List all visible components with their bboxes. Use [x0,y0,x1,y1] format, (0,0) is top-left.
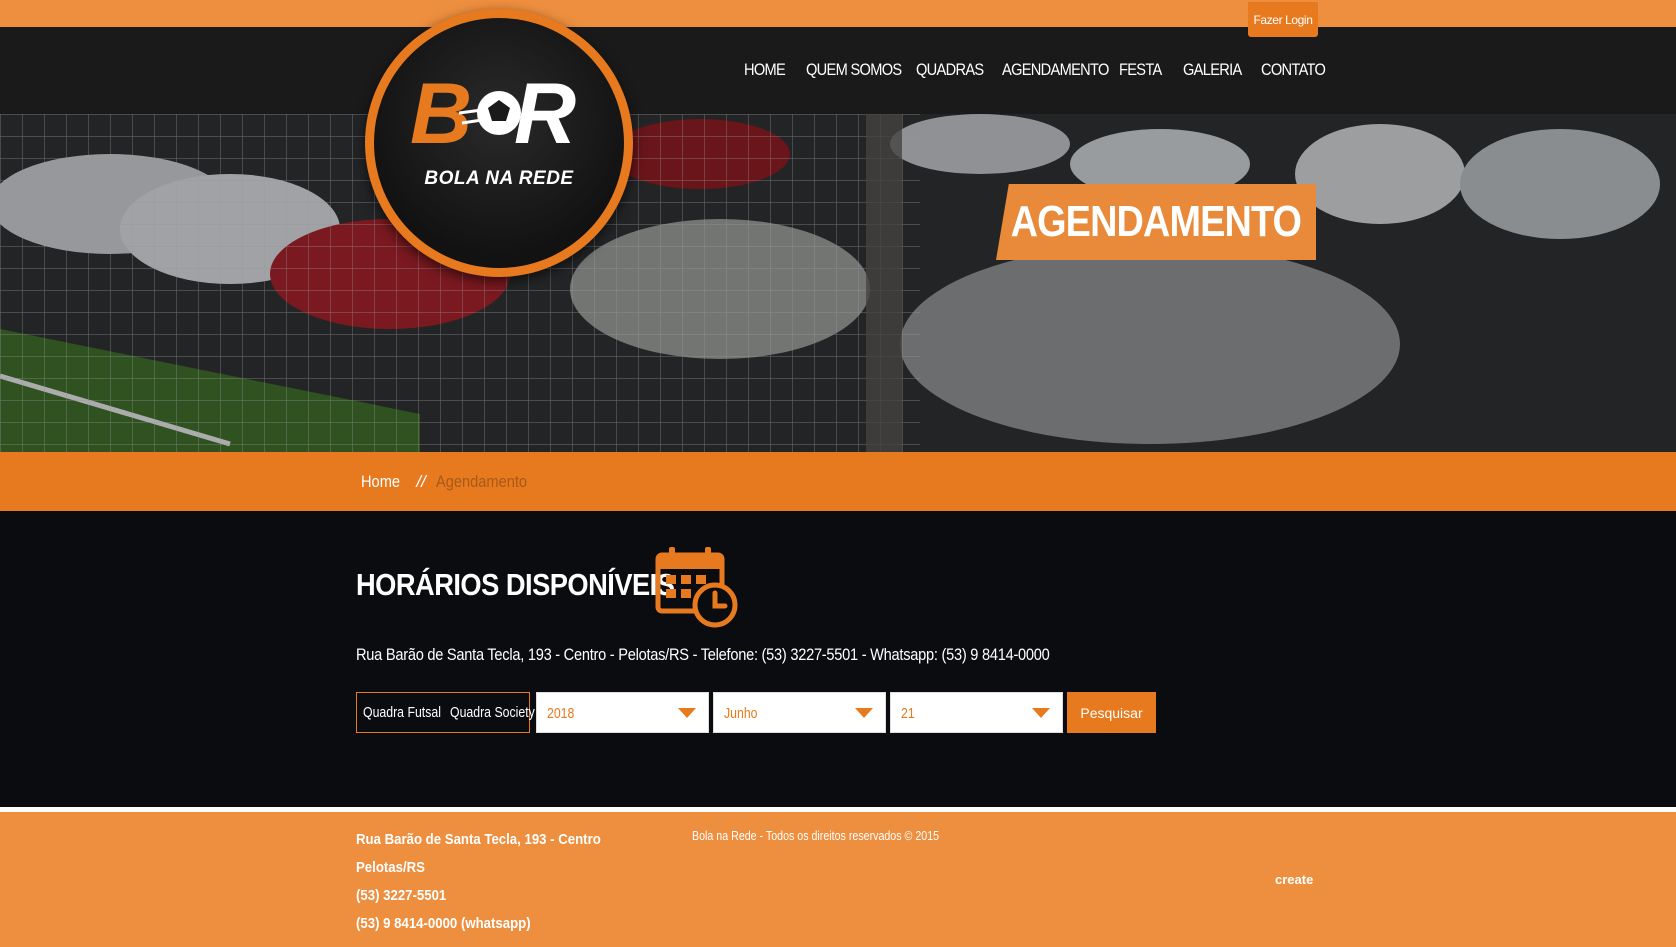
chevron-down-icon [1032,708,1050,718]
footer: Rua Barão de Santa Tecla, 193 - Centro P… [0,812,1676,947]
contact-address-line: Rua Barão de Santa Tecla, 193 - Centro -… [356,645,1050,664]
month-select-value: Junho [724,705,758,722]
nav-item-contato[interactable]: CONTATO [1261,60,1326,86]
nav-item-festa[interactable]: FESTA [1119,60,1174,86]
hero-title: AGENDAMENTO [1010,197,1302,246]
hero-banner [0,114,1676,452]
chevron-down-icon [678,708,696,718]
login-button[interactable]: Fazer Login [1248,2,1318,37]
nav-item-quem-somos[interactable]: QUEM SOMOS [806,60,902,86]
logo-badge: B R BOLA NA REDE [374,18,624,268]
footer-create-link[interactable]: create [1275,872,1313,887]
breadcrumb-current: Agendamento [435,472,527,491]
hero-photo [0,114,1676,452]
breadcrumb-home-link[interactable]: Home [361,472,400,492]
svg-text:R: R [514,66,576,162]
footer-address-line2: Pelotas/RS [356,859,425,876]
search-button[interactable]: Pesquisar [1067,692,1156,733]
footer-copyright: Bola na Rede - Todos os direitos reserva… [692,828,940,843]
logo-text: BOLA NA REDE [424,168,574,189]
page: Fazer Login HOME QUEM SOMOS QUADRAS AGEN… [0,0,1676,947]
year-select-value: 2018 [547,705,575,722]
footer-address: Rua Barão de Santa Tecla, 193 - Centro P… [356,826,601,938]
court-selector: Quadra Futsal Quadra Society [356,692,535,733]
day-select[interactable]: 21 [890,692,1063,733]
nav-item-galeria[interactable]: GALERIA [1183,60,1250,86]
month-select[interactable]: Junho [713,692,886,733]
nav-item-agendamento[interactable]: AGENDAMENTO [1002,60,1109,86]
nav-item-home[interactable]: HOME [744,60,797,86]
footer-whatsapp: (53) 9 8414-0000 (whatsapp) [356,915,531,932]
logo-mark: B R [410,66,576,162]
hero-title-banner: AGENDAMENTO [996,184,1316,260]
search-form: Quadra Futsal Quadra Society 2018 Junho … [356,692,1156,733]
court-option-society[interactable]: Quadra Society [450,704,535,721]
year-select[interactable]: 2018 [536,692,709,733]
breadcrumb: Home // Agendamento [361,472,542,492]
site-logo[interactable]: B R BOLA NA REDE [365,9,633,277]
section-title: HORÁRIOS DISPONÍVEIS [356,567,675,602]
footer-phone: (53) 3227-5501 [356,887,447,904]
schedule-section: HORÁRIOS DISPONÍVEIS Rua Barão de Santa … [0,511,1676,807]
breadcrumb-separator: // [416,472,426,491]
day-select-value: 21 [901,705,915,722]
calendar-clock-icon [655,547,738,628]
chevron-down-icon [855,708,873,718]
nav-item-quadras[interactable]: QUADRAS [916,60,990,86]
footer-address-line1: Rua Barão de Santa Tecla, 193 - Centro [356,831,601,848]
top-bar [0,0,1676,27]
court-option-futsal[interactable]: Quadra Futsal [363,704,441,721]
main-nav: HOME QUEM SOMOS QUADRAS AGENDAMENTO FEST… [744,60,1326,86]
breadcrumb-bar: Home // Agendamento [0,452,1676,511]
